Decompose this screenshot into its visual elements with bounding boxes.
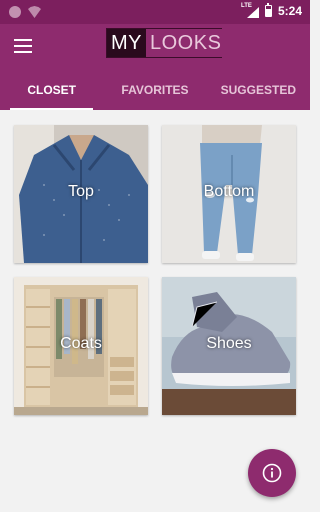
- tab-suggested[interactable]: SUGGESTED: [207, 70, 310, 110]
- logo-my: MY: [107, 29, 146, 57]
- category-label-bottom: Bottom: [203, 183, 255, 200]
- status-bar: LTE 5:24: [0, 0, 310, 24]
- category-label-coats: Coats: [60, 335, 102, 352]
- battery-icon: [264, 3, 272, 17]
- info-button[interactable]: [248, 449, 296, 497]
- logo-looks: LOOKS: [146, 29, 226, 57]
- tab-closet[interactable]: CLOSET: [0, 70, 103, 110]
- category-label-top: Top: [68, 183, 94, 200]
- tab-favorites[interactable]: FAVORITES: [103, 70, 206, 110]
- category-label-shoes: Shoes: [206, 335, 252, 352]
- category-card-bottom[interactable]: Bottom: [162, 125, 296, 263]
- status-time: 5:24: [277, 4, 302, 18]
- notification-dot-icon: [9, 6, 21, 18]
- category-card-shoes[interactable]: Shoes: [162, 277, 296, 415]
- category-card-coats[interactable]: Coats: [14, 277, 148, 415]
- category-card-top[interactable]: Top: [14, 125, 148, 263]
- hamburger-menu-icon[interactable]: [14, 39, 32, 53]
- wifi-off-icon: [28, 6, 41, 18]
- signal-icon: LTE: [241, 3, 259, 18]
- tab-bar: CLOSET FAVORITES SUGGESTED: [0, 70, 310, 110]
- info-icon: [262, 463, 282, 483]
- app-bar: MY LOOKS: [0, 24, 310, 70]
- app-logo: MY LOOKS: [106, 28, 226, 58]
